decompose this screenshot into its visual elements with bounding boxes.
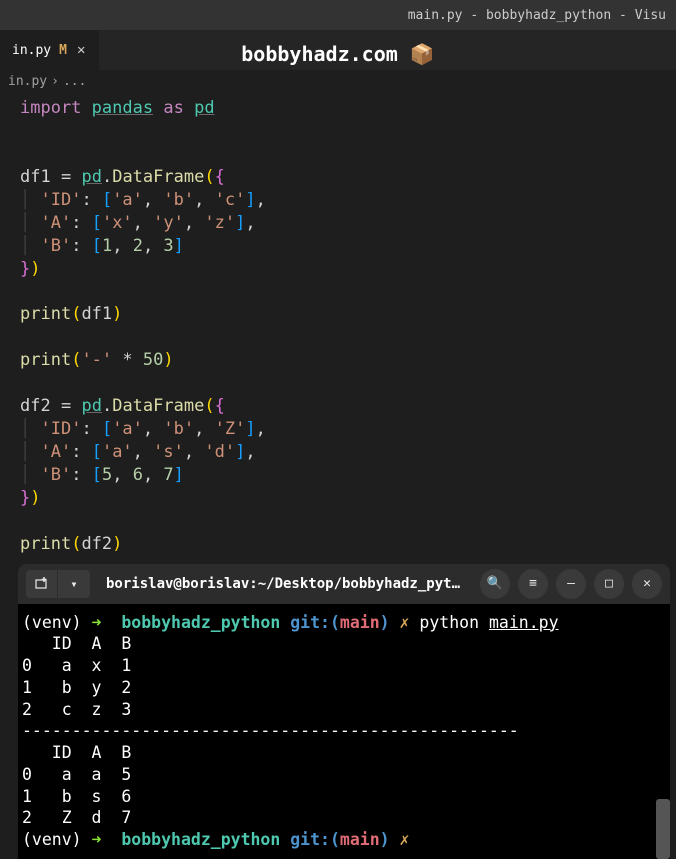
tab-bar: in.py M ✕ — [0, 30, 676, 70]
chevron-down-icon: ▾ — [70, 577, 77, 591]
terminal-title: borislav@borislav:~/Desktop/bobbyhadz_py… — [98, 576, 472, 592]
close-button[interactable]: ✕ — [632, 569, 662, 599]
search-button[interactable]: 🔍 — [480, 569, 510, 599]
title-bar: main.py - bobbyhadz_python - Visu — [0, 0, 676, 30]
terminal-window: ▾ borislav@borislav:~/Desktop/bobbyhadz_… — [18, 564, 670, 859]
file-tab[interactable]: in.py M ✕ — [0, 30, 99, 70]
tab-modified-indicator: M — [59, 43, 67, 58]
code-editor[interactable]: import pandas as pd df1 = pd.DataFrame({… — [0, 93, 676, 560]
terminal-header: ▾ borislav@borislav:~/Desktop/bobbyhadz_… — [18, 564, 670, 604]
terminal-body[interactable]: (venv) ➜ bobbyhadz_python git:(main) ✗ p… — [18, 604, 670, 859]
dropdown-button[interactable]: ▾ — [58, 570, 90, 598]
maximize-icon: □ — [605, 576, 613, 591]
close-icon[interactable]: ✕ — [75, 42, 87, 58]
search-icon: 🔍 — [487, 576, 503, 591]
close-icon: ✕ — [643, 576, 651, 591]
new-tab-button[interactable] — [26, 570, 58, 598]
menu-icon: ≡ — [529, 576, 537, 591]
minimize-icon: — — [567, 576, 575, 591]
plus-tab-icon — [35, 577, 49, 591]
menu-button[interactable]: ≡ — [518, 569, 548, 599]
chevron-right-icon: › — [51, 74, 59, 89]
tab-filename: in.py — [12, 43, 51, 58]
breadcrumb[interactable]: in.py › ... — [0, 70, 676, 93]
minimize-button[interactable]: — — [556, 569, 586, 599]
terminal-new-tab-group: ▾ — [26, 570, 90, 598]
breadcrumb-file: in.py — [8, 74, 47, 89]
scrollbar[interactable] — [656, 799, 670, 859]
window-title: main.py - bobbyhadz_python - Visu — [408, 8, 666, 23]
breadcrumb-more: ... — [63, 74, 86, 89]
maximize-button[interactable]: □ — [594, 569, 624, 599]
